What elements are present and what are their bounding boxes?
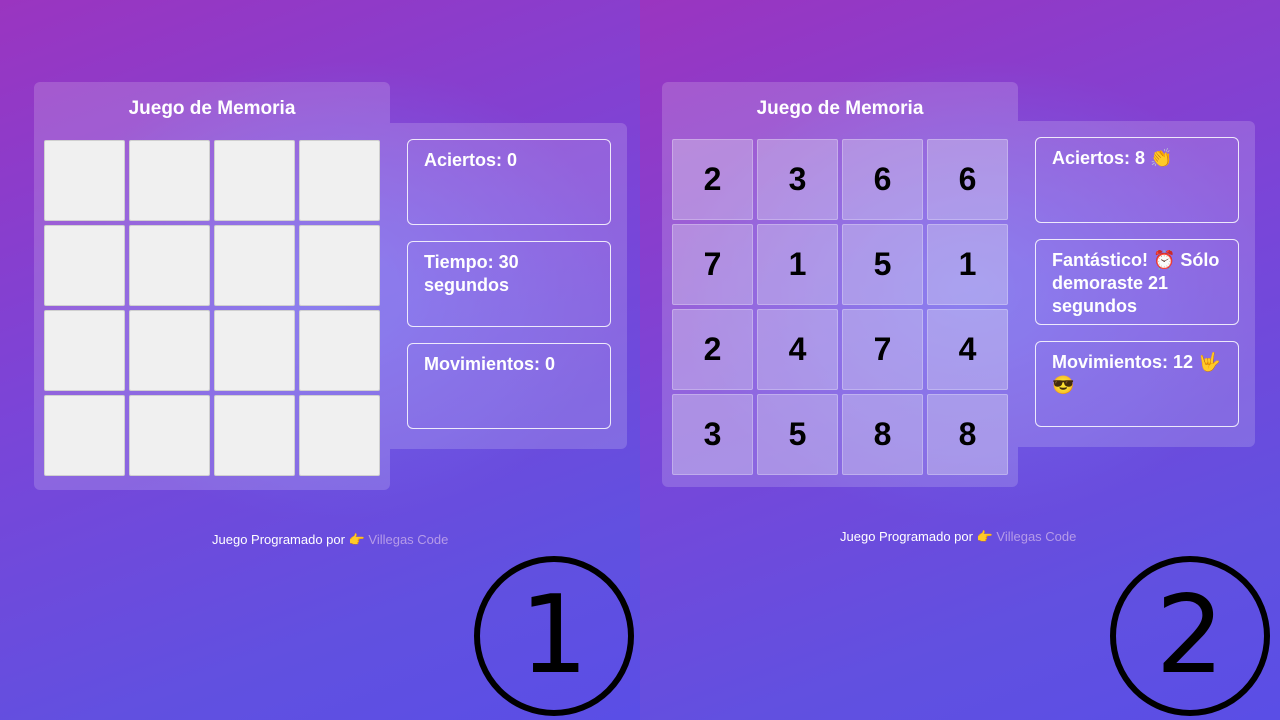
card[interactable]: 5	[842, 224, 923, 305]
time-result-message: Fantástico! ⏰ Sólo demoraste 21 segundos	[1035, 239, 1239, 325]
step-number-badge: 2	[1110, 556, 1270, 716]
time-counter: Tiempo: 30 segundos	[407, 241, 611, 327]
card[interactable]	[129, 225, 210, 306]
card[interactable]: 6	[927, 139, 1008, 220]
footer-text: Juego Programado por 👉	[212, 532, 369, 547]
card[interactable]: 4	[757, 309, 838, 390]
card[interactable]	[214, 140, 295, 221]
card[interactable]	[214, 310, 295, 391]
card[interactable]: 3	[672, 394, 753, 475]
game-board-panel: Juego de Memoria	[34, 82, 390, 490]
author-link[interactable]: Villegas Code	[368, 532, 448, 547]
card[interactable]	[129, 310, 210, 391]
card[interactable]: 1	[757, 224, 838, 305]
card[interactable]	[299, 310, 380, 391]
card[interactable]: 7	[672, 224, 753, 305]
card-grid	[44, 140, 380, 478]
card[interactable]: 2	[672, 139, 753, 220]
card[interactable]: 2	[672, 309, 753, 390]
card-grid: 2 3 6 6 7 1 5 1 2 4 7 4 3 5 8 8	[672, 139, 1008, 477]
screenshot-pane-2: Juego de Memoria 2 3 6 6 7 1 5 1 2 4 7 4…	[640, 0, 1280, 720]
author-link[interactable]: Villegas Code	[996, 529, 1076, 544]
card[interactable]	[44, 140, 125, 221]
card[interactable]: 1	[927, 224, 1008, 305]
card[interactable]	[44, 395, 125, 476]
step-number-badge: 1	[474, 556, 634, 716]
game-board-panel: Juego de Memoria 2 3 6 6 7 1 5 1 2 4 7 4…	[662, 82, 1018, 487]
hits-counter: Aciertos: 8 👏	[1035, 137, 1239, 223]
card[interactable]	[299, 140, 380, 221]
stats-panel: Aciertos: 8 👏 Fantástico! ⏰ Sólo demoras…	[1018, 121, 1255, 447]
stats-panel: Aciertos: 0 Tiempo: 30 segundos Movimien…	[390, 123, 627, 449]
card[interactable]: 4	[927, 309, 1008, 390]
footer-credit: Juego Programado por 👉 Villegas Code	[212, 532, 640, 548]
card[interactable]	[129, 140, 210, 221]
card[interactable]	[299, 395, 380, 476]
game-title: Juego de Memoria	[128, 98, 296, 119]
card[interactable]	[214, 395, 295, 476]
footer-text: Juego Programado por 👉	[840, 529, 997, 544]
card[interactable]	[299, 225, 380, 306]
card[interactable]: 8	[927, 394, 1008, 475]
card[interactable]: 5	[757, 394, 838, 475]
card[interactable]: 6	[842, 139, 923, 220]
card[interactable]: 7	[842, 309, 923, 390]
card[interactable]: 3	[757, 139, 838, 220]
card[interactable]	[44, 310, 125, 391]
card[interactable]	[129, 395, 210, 476]
card[interactable]: 8	[842, 394, 923, 475]
hits-counter: Aciertos: 0	[407, 139, 611, 225]
game-title: Juego de Memoria	[756, 98, 924, 119]
card[interactable]	[214, 225, 295, 306]
screenshot-pane-1: Juego de Memoria Aciertos: 0 Tiempo: 30 …	[0, 0, 640, 720]
moves-counter: Movimientos: 12 🤟😎	[1035, 341, 1239, 427]
footer-credit: Juego Programado por 👉 Villegas Code	[840, 529, 1280, 545]
moves-counter: Movimientos: 0	[407, 343, 611, 429]
card[interactable]	[44, 225, 125, 306]
